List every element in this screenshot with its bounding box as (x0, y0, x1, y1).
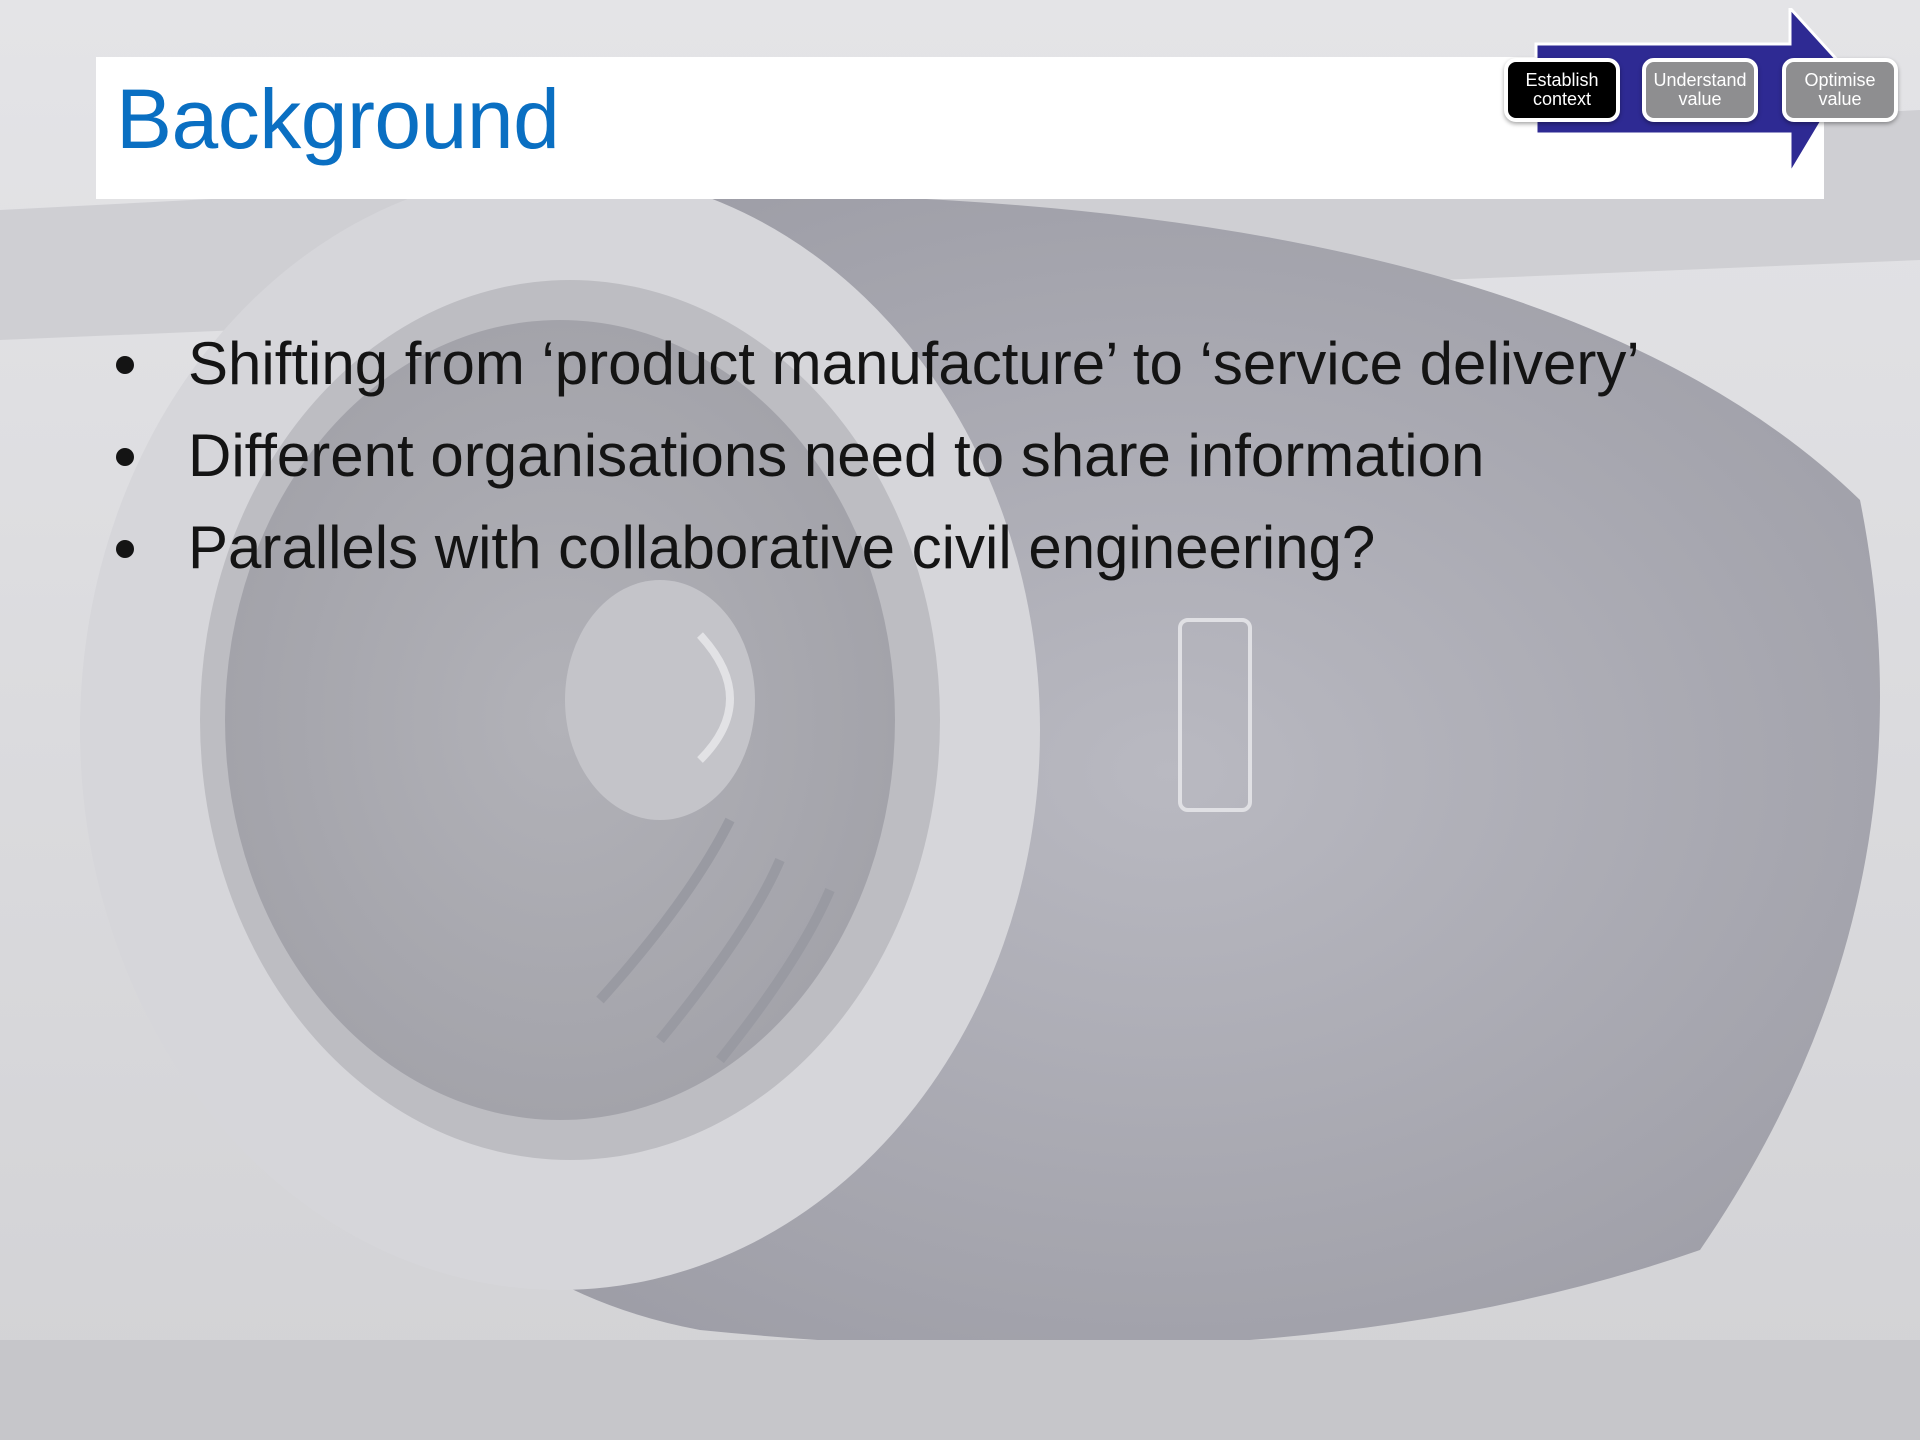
step-establish-context: Establish context (1504, 58, 1620, 122)
step-understand-value: Understand value (1642, 58, 1758, 122)
bullet-list: Shifting from ‘product manufacture’ to ‘… (110, 318, 1640, 594)
step-optimise-value: Optimise value (1782, 58, 1898, 122)
bullet-item: Different organisations need to share in… (110, 410, 1640, 502)
bullet-text: Shifting from ‘product manufacture’ to ‘… (188, 330, 1640, 397)
bullet-item: Shifting from ‘product manufacture’ to ‘… (110, 318, 1640, 410)
bullet-text: Parallels with collaborative civil engin… (188, 514, 1376, 581)
bullet-dot-icon (116, 356, 134, 374)
bullet-dot-icon (116, 448, 134, 466)
bullet-item: Parallels with collaborative civil engin… (110, 502, 1640, 594)
bullet-text: Different organisations need to share in… (188, 422, 1485, 489)
bullet-dot-icon (116, 540, 134, 558)
slide-title: Background (116, 72, 560, 166)
progress-indicator: Establish context Understand value Optim… (1500, 8, 1920, 178)
engine-background-photo (0, 0, 1920, 1440)
